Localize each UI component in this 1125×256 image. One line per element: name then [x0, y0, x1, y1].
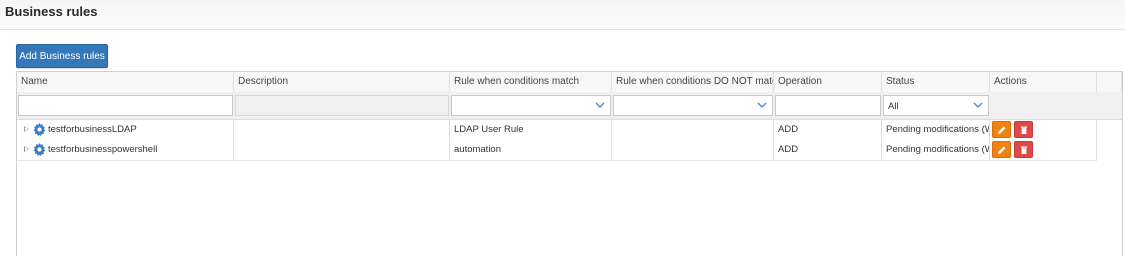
grid-header-row: Name Description Rule when conditions ma… [17, 72, 1122, 93]
page-title: Business rules [5, 4, 98, 19]
status-cell: Pending modifications (Wi [882, 140, 990, 160]
page-header: Business rules [0, 0, 1125, 30]
trash-icon [1021, 146, 1027, 154]
operation-cell: ADD [774, 140, 882, 160]
rule-name: testforbusinessLDAP [48, 124, 137, 135]
business-rules-grid: Name Description Rule when conditions ma… [16, 71, 1123, 256]
column-header-rule-no-match[interactable]: Rule when conditions DO NOT match [612, 72, 774, 92]
column-header-operation[interactable]: Operation [774, 72, 882, 92]
status-filter-select[interactable]: All [883, 95, 989, 116]
actions-cell [990, 120, 1097, 140]
table-row[interactable]: testforbusinesspowershell automation ADD… [17, 140, 1097, 161]
rule-no-match-cell [612, 140, 774, 160]
delete-button[interactable] [1014, 121, 1033, 138]
column-header-spacer [1097, 72, 1122, 92]
chevron-down-icon [757, 102, 767, 109]
column-header-description[interactable]: Description [234, 72, 450, 92]
description-cell [234, 120, 450, 140]
column-header-status[interactable]: Status [882, 72, 990, 92]
status-filter-value: All [888, 101, 899, 112]
expand-arrow-icon[interactable] [24, 126, 29, 132]
rule-match-cell: automation [450, 140, 612, 160]
grid-filter-row: All [17, 92, 1122, 120]
trash-icon [1021, 126, 1027, 134]
rule-match-filter-select[interactable] [451, 95, 611, 116]
description-cell [234, 140, 450, 160]
table-row[interactable]: testforbusinessLDAP LDAP User Rule ADD P… [17, 120, 1097, 141]
operation-filter-input[interactable] [775, 95, 881, 116]
column-header-actions: Actions [990, 72, 1097, 92]
description-filter-input [235, 95, 449, 116]
name-cell: testforbusinesspowershell [17, 140, 234, 160]
add-business-rules-button[interactable]: Add Business rules [16, 44, 108, 68]
actions-cell [990, 140, 1097, 160]
edit-button[interactable] [992, 141, 1011, 158]
rule-match-cell: LDAP User Rule [450, 120, 612, 140]
rule-no-match-filter-select[interactable] [613, 95, 773, 116]
status-cell: Pending modifications (Wi [882, 120, 990, 140]
chevron-down-icon [595, 102, 605, 109]
column-header-rule-match[interactable]: Rule when conditions match [450, 72, 612, 92]
rule-no-match-cell [612, 120, 774, 140]
pencil-icon [998, 126, 1006, 134]
pencil-icon [998, 146, 1006, 154]
rule-name: testforbusinesspowershell [48, 144, 158, 155]
gear-icon [33, 123, 46, 136]
name-filter-input[interactable] [18, 95, 233, 116]
delete-button[interactable] [1014, 141, 1033, 158]
gear-icon [33, 143, 46, 156]
column-header-name[interactable]: Name [17, 72, 234, 92]
edit-button[interactable] [992, 121, 1011, 138]
chevron-down-icon [973, 102, 983, 109]
name-cell: testforbusinessLDAP [17, 120, 234, 140]
operation-cell: ADD [774, 120, 882, 140]
expand-arrow-icon[interactable] [24, 146, 29, 152]
